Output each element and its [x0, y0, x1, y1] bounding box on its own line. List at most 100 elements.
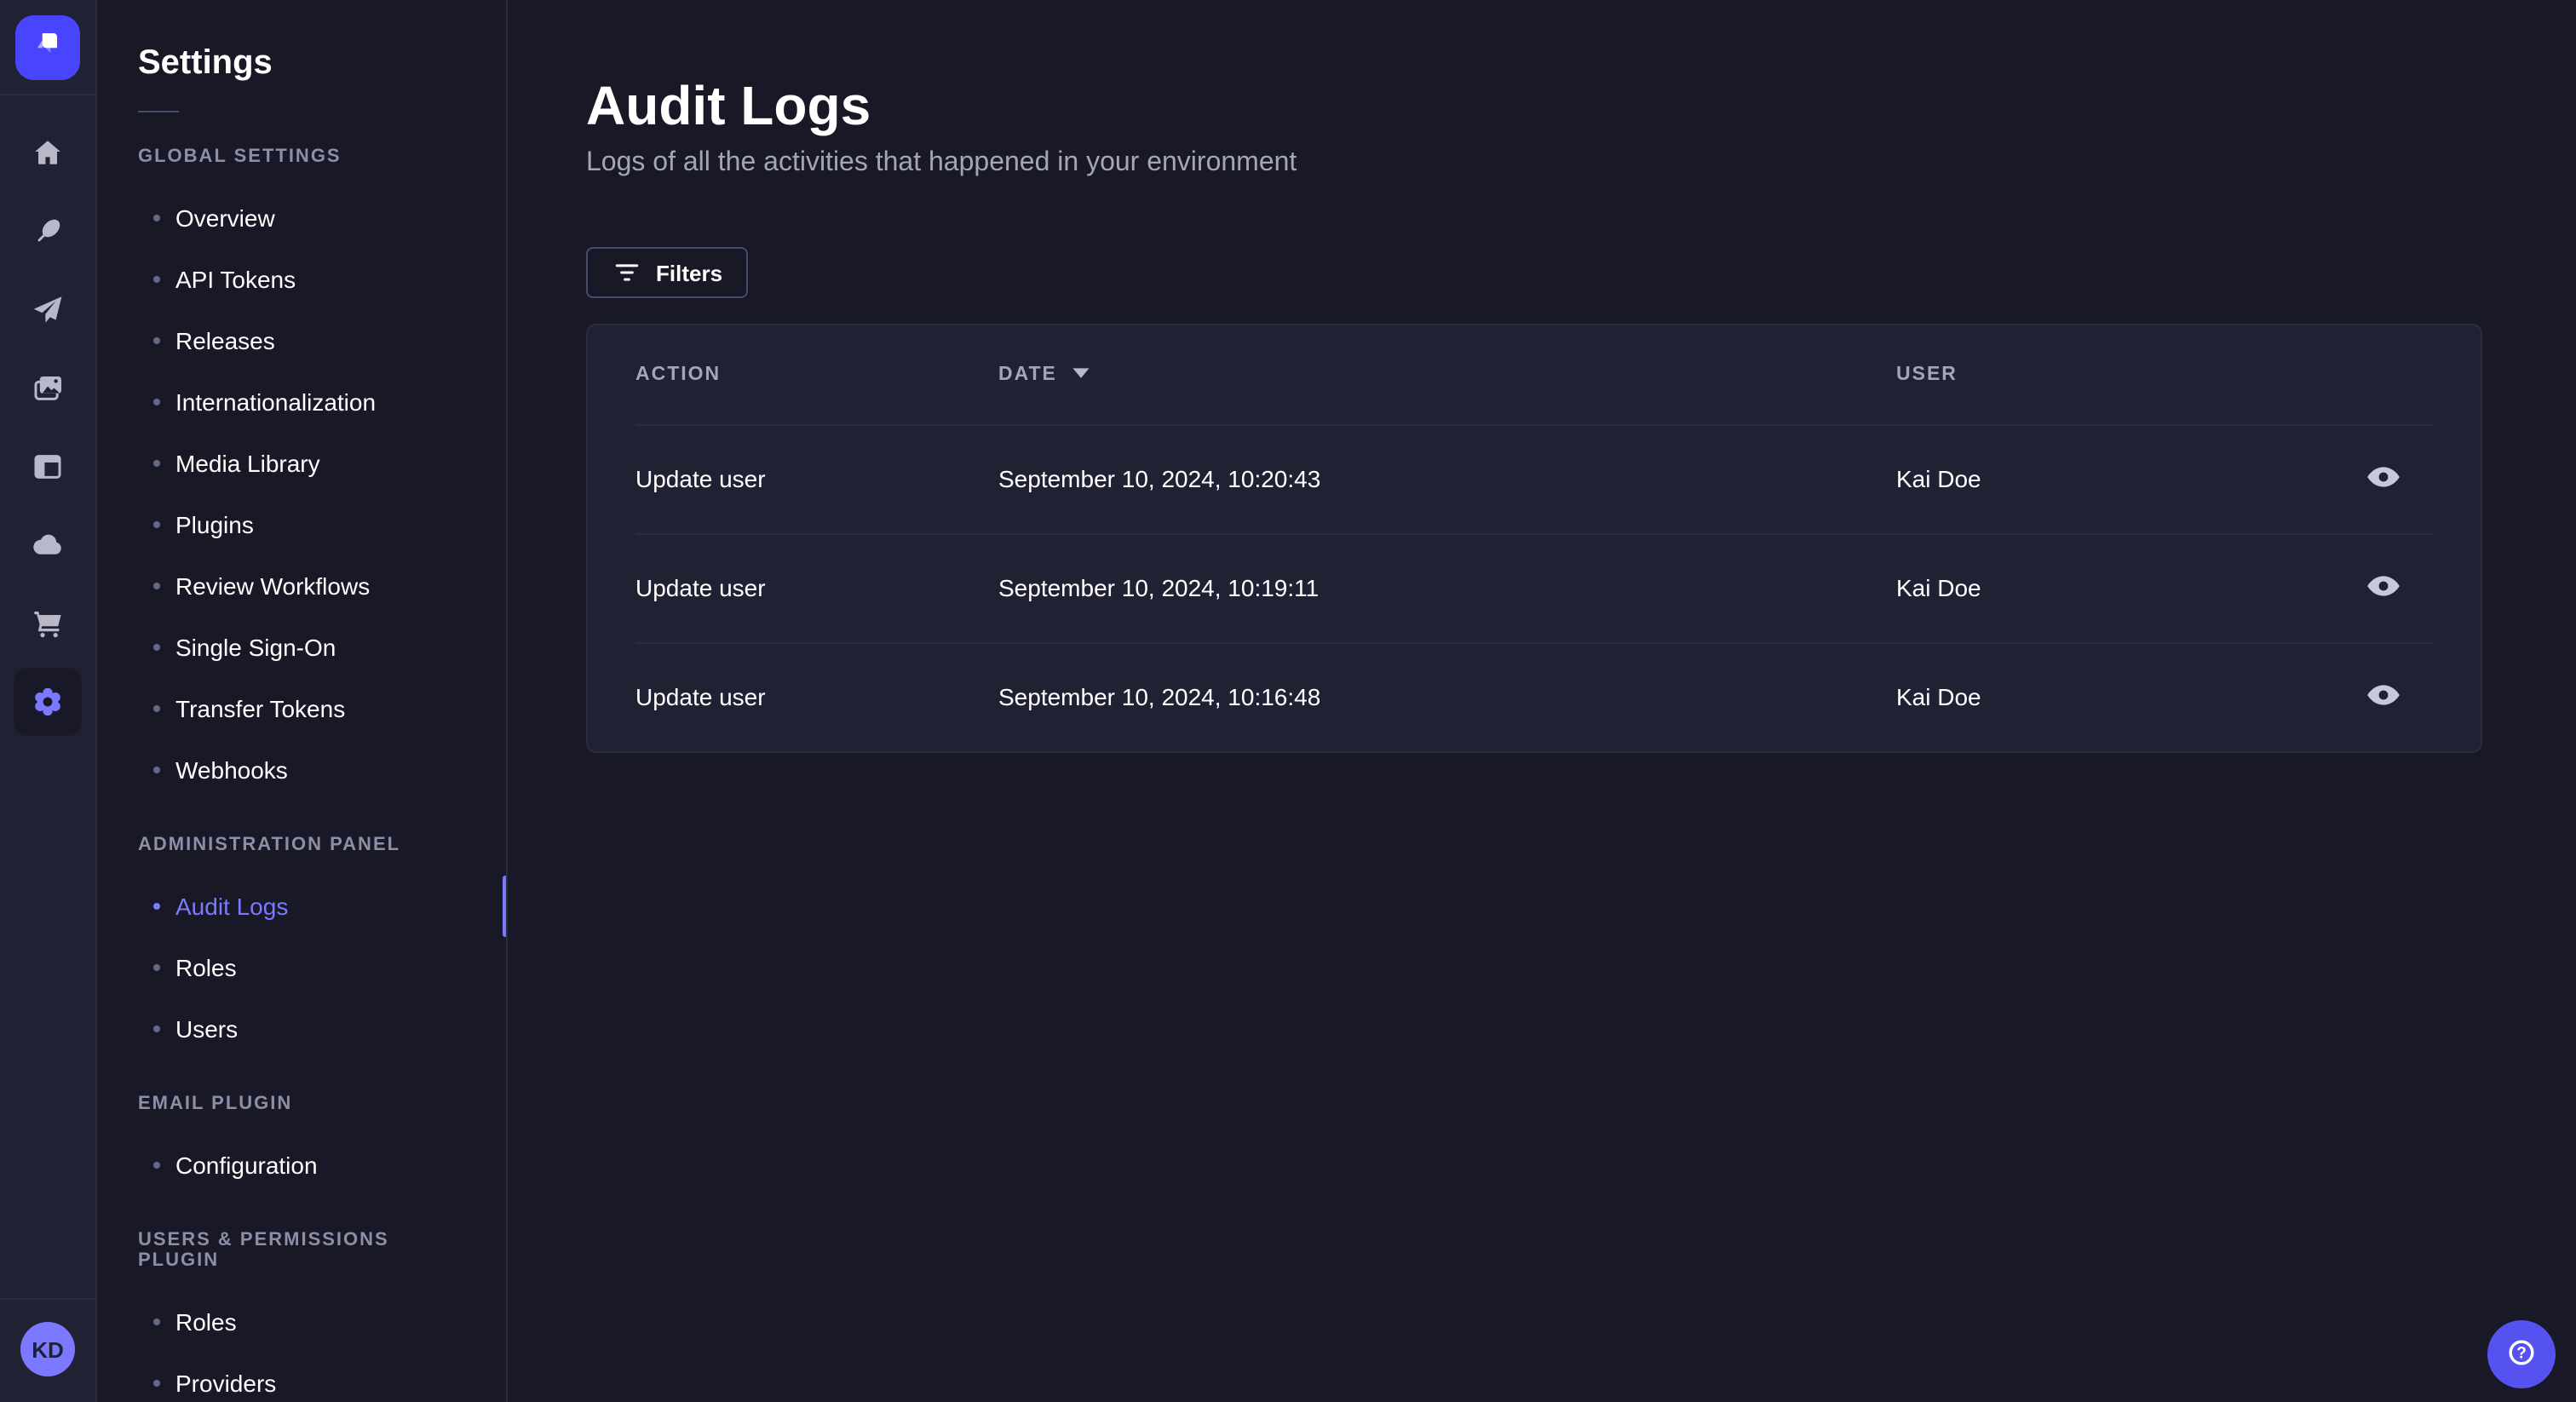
cell-user: Kai Doe	[1896, 465, 1981, 492]
sidebar-item-up-providers[interactable]: Providers	[97, 1353, 506, 1402]
section-global-settings: GLOBAL SETTINGS Overview API Tokens Rele…	[97, 147, 506, 801]
view-log-button[interactable]	[2365, 675, 2402, 718]
filters-button-label: Filters	[656, 260, 723, 285]
sort-descending-icon	[1072, 365, 1091, 385]
sidebar-item-internationalization[interactable]: Internationalization	[97, 371, 506, 433]
sidebar-item-label: Webhooks	[175, 756, 288, 784]
table-row[interactable]: Update user September 10, 2024, 10:20:43…	[588, 424, 2481, 533]
bullet-icon	[153, 215, 160, 221]
layout-icon	[31, 450, 65, 484]
strapi-mark-icon	[29, 24, 66, 70]
cell-user: Kai Doe	[1896, 574, 1981, 601]
sidebar-item-label: Releases	[175, 327, 275, 354]
column-header-action: ACTION	[635, 365, 722, 385]
sidebar-item-admin-users[interactable]: Users	[97, 998, 506, 1060]
bullet-icon	[153, 1026, 160, 1032]
cell-action: Update user	[635, 683, 766, 710]
sidebar-item-label: Single Sign-On	[175, 634, 336, 661]
section-label: USERS & PERMISSIONS PLUGIN	[138, 1230, 389, 1271]
table-row[interactable]: Update user September 10, 2024, 10:19:11…	[588, 533, 2481, 642]
bullet-icon	[153, 705, 160, 712]
subnav-divider	[138, 111, 179, 112]
sidebar-item-review-workflows[interactable]: Review Workflows	[97, 555, 506, 617]
nav-releases-button[interactable]	[14, 276, 82, 344]
bullet-icon	[153, 276, 160, 283]
section-label: GLOBAL SETTINGS	[138, 147, 342, 167]
bullet-icon	[153, 337, 160, 344]
nav-cloud-button[interactable]	[14, 511, 82, 579]
sidebar-item-label: Plugins	[175, 511, 254, 538]
section-administration-panel: ADMINISTRATION PANEL Audit Logs Roles Us…	[97, 835, 506, 1060]
sidebar-item-transfer-tokens[interactable]: Transfer Tokens	[97, 678, 506, 739]
nav-media-library-button[interactable]	[14, 354, 82, 422]
bullet-icon	[153, 1319, 160, 1325]
sidebar-item-single-sign-on[interactable]: Single Sign-On	[97, 617, 506, 678]
strapi-logo[interactable]	[15, 14, 80, 79]
cell-action: Update user	[635, 574, 766, 601]
view-log-button[interactable]	[2365, 566, 2402, 609]
section-label: ADMINISTRATION PANEL	[138, 835, 401, 855]
sidebar-item-webhooks[interactable]: Webhooks	[97, 739, 506, 801]
sidebar-item-label: Internationalization	[175, 388, 377, 416]
sidebar-item-label: Media Library	[175, 450, 320, 477]
page-subtitle: Logs of all the activities that happened…	[586, 148, 1297, 177]
paper-plane-icon	[31, 293, 65, 327]
sidebar-item-api-tokens[interactable]: API Tokens	[97, 249, 506, 310]
bullet-icon	[153, 903, 160, 910]
settings-subnav: Settings GLOBAL SETTINGS Overview API To…	[97, 0, 508, 1402]
sidebar-item-media-library[interactable]: Media Library	[97, 433, 506, 494]
bullet-icon	[153, 1380, 160, 1387]
sidebar-item-label: Users	[175, 1015, 239, 1043]
subnav-title: Settings	[138, 44, 273, 82]
table-header-row: ACTION DATE USER	[588, 325, 2481, 424]
nav-content-manager-button[interactable]	[14, 198, 82, 266]
app-root: KD Settings GLOBAL SETTINGS Overview API…	[0, 0, 2576, 1402]
avatar[interactable]: KD	[20, 1322, 75, 1376]
bullet-icon	[153, 644, 160, 651]
nav-content-type-builder-button[interactable]	[14, 433, 82, 501]
sidebar-item-audit-logs[interactable]: Audit Logs	[97, 876, 506, 937]
sidebar-item-label: Roles	[175, 1308, 237, 1336]
section-label: EMAIL PLUGIN	[138, 1094, 293, 1114]
home-icon	[31, 136, 65, 170]
cell-action: Update user	[635, 465, 766, 492]
sidebar-item-label: Roles	[175, 954, 237, 981]
sidebar-item-label: Transfer Tokens	[175, 695, 346, 722]
section-users-permissions-plugin: USERS & PERMISSIONS PLUGIN Roles Provide…	[97, 1230, 506, 1402]
help-button[interactable]: ?	[2487, 1320, 2556, 1388]
sidebar-item-releases[interactable]: Releases	[97, 310, 506, 371]
shopping-cart-icon	[31, 606, 65, 641]
sidebar-item-plugins[interactable]: Plugins	[97, 494, 506, 555]
question-mark-icon: ?	[2504, 1335, 2539, 1374]
sidebar-item-admin-roles[interactable]: Roles	[97, 937, 506, 998]
gear-icon	[31, 685, 65, 719]
eye-icon	[2365, 566, 2402, 609]
nav-marketplace-button[interactable]	[14, 589, 82, 658]
column-header-date-label: DATE	[998, 365, 1057, 385]
eye-icon	[2365, 457, 2402, 500]
bullet-icon	[153, 583, 160, 589]
main-nav-rail: KD	[0, 0, 97, 1402]
sidebar-item-up-roles[interactable]: Roles	[97, 1291, 506, 1353]
sidebar-item-overview[interactable]: Overview	[97, 187, 506, 249]
section-email-plugin: EMAIL PLUGIN Configuration	[97, 1094, 506, 1196]
column-header-user: USER	[1896, 365, 1958, 385]
bullet-icon	[153, 460, 160, 467]
column-header-date[interactable]: DATE	[998, 365, 1896, 385]
rail-icon-nav	[14, 95, 82, 736]
sidebar-item-email-configuration[interactable]: Configuration	[97, 1135, 506, 1196]
sidebar-item-label: Configuration	[175, 1152, 318, 1179]
filters-button[interactable]: Filters	[586, 247, 749, 298]
view-log-button[interactable]	[2365, 457, 2402, 500]
sidebar-item-label: API Tokens	[175, 266, 296, 293]
table-row[interactable]: Update user September 10, 2024, 10:16:48…	[588, 642, 2481, 751]
sidebar-item-label: Audit Logs	[175, 893, 289, 920]
page-title: Audit Logs	[586, 75, 871, 136]
sidebar-item-label: Overview	[175, 204, 275, 232]
cell-date: September 10, 2024, 10:19:11	[998, 574, 1320, 601]
bullet-icon	[153, 767, 160, 773]
images-icon	[31, 371, 65, 405]
nav-home-button[interactable]	[14, 119, 82, 187]
nav-settings-button[interactable]	[14, 668, 82, 736]
sidebar-item-label: Providers	[175, 1370, 277, 1397]
